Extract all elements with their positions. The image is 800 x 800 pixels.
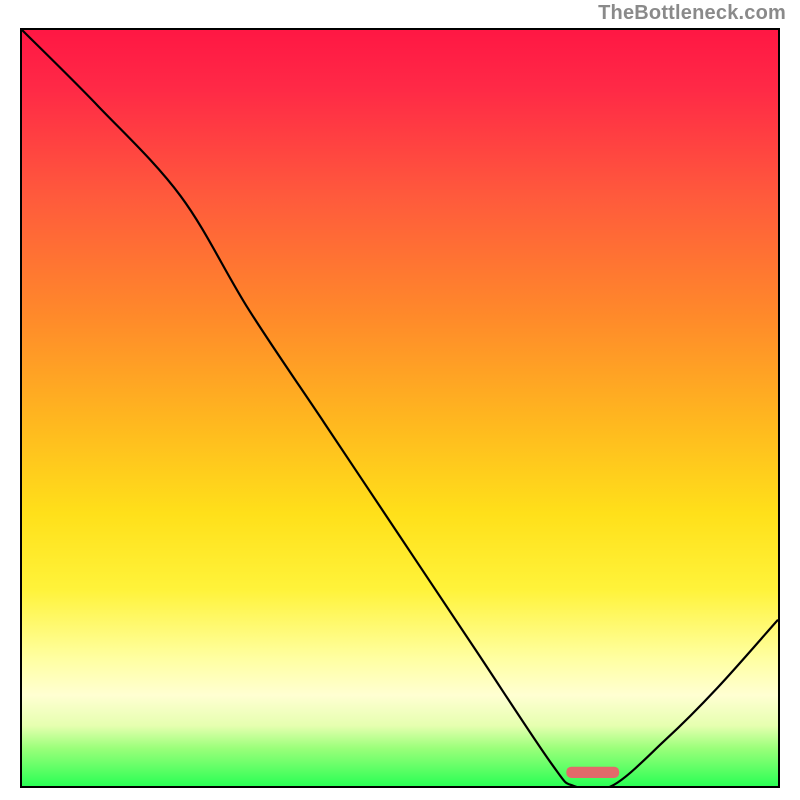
curve-line: [22, 30, 778, 786]
chart-overlay: [22, 30, 778, 786]
plot-frame: [20, 28, 780, 788]
marker-bar: [566, 767, 619, 778]
watermark-text: TheBottleneck.com: [598, 2, 786, 25]
chart-container: TheBottleneck.com: [0, 0, 800, 800]
